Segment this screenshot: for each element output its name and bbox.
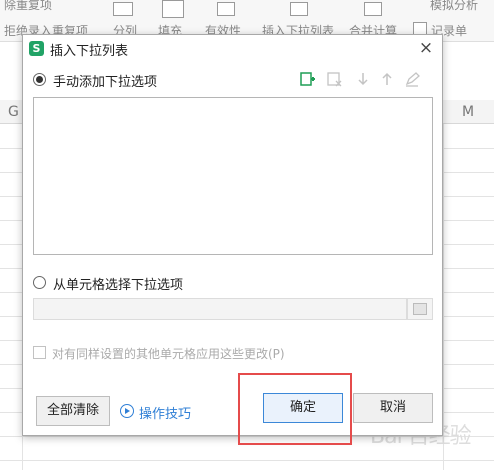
range-select-button[interactable] bbox=[407, 298, 433, 320]
radio-cell-select[interactable] bbox=[33, 276, 46, 289]
ribbon-simulation[interactable]: 模拟分析 bbox=[430, 0, 478, 13]
edit-item-icon[interactable] bbox=[404, 71, 420, 87]
play-tips-icon[interactable] bbox=[120, 404, 134, 418]
dialog-title-bar[interactable]: S 插入下拉列表 × bbox=[23, 35, 442, 61]
dialog-title: 插入下拉列表 bbox=[50, 44, 129, 59]
column-letter-m[interactable]: M bbox=[462, 104, 474, 120]
radio-manual-options[interactable] bbox=[33, 73, 46, 86]
delete-item-icon[interactable] bbox=[327, 71, 343, 87]
move-up-icon[interactable] bbox=[379, 71, 395, 87]
fill-icon[interactable] bbox=[162, 0, 184, 18]
annotation-highlight-box bbox=[238, 373, 352, 445]
clear-all-button[interactable]: 全部清除 bbox=[36, 396, 110, 426]
column-letter-g[interactable]: G bbox=[8, 104, 19, 120]
help-tips-link[interactable]: 操作技巧 bbox=[139, 403, 191, 422]
add-item-icon[interactable] bbox=[300, 71, 316, 87]
apply-same-settings-checkbox[interactable] bbox=[33, 346, 46, 359]
range-select-icon bbox=[413, 303, 427, 315]
insert-dropdown-dialog: S 插入下拉列表 × 手动添加下拉选项 从单元格选择下拉选项 对有同样设置的其他… bbox=[22, 34, 443, 436]
cell-select-label[interactable]: 从单元格选择下拉选项 bbox=[53, 274, 183, 293]
cancel-button[interactable]: 取消 bbox=[353, 393, 433, 423]
manual-options-label[interactable]: 手动添加下拉选项 bbox=[53, 71, 157, 90]
split-column-icon[interactable] bbox=[113, 2, 133, 16]
apply-same-settings-label[interactable]: 对有同样设置的其他单元格应用这些更改(P) bbox=[52, 345, 285, 362]
app-logo-icon: S bbox=[29, 41, 44, 56]
grid-line bbox=[0, 460, 494, 461]
dropdown-options-list[interactable] bbox=[33, 97, 433, 255]
validity-icon[interactable] bbox=[217, 2, 235, 16]
close-icon[interactable]: × bbox=[416, 38, 436, 58]
ribbon-remove-duplicates[interactable]: 除重复项 bbox=[4, 0, 52, 13]
insert-dropdown-icon[interactable] bbox=[290, 2, 308, 16]
merge-calc-icon[interactable] bbox=[364, 2, 382, 16]
cell-range-input[interactable] bbox=[33, 298, 407, 320]
move-down-icon[interactable] bbox=[355, 71, 371, 87]
